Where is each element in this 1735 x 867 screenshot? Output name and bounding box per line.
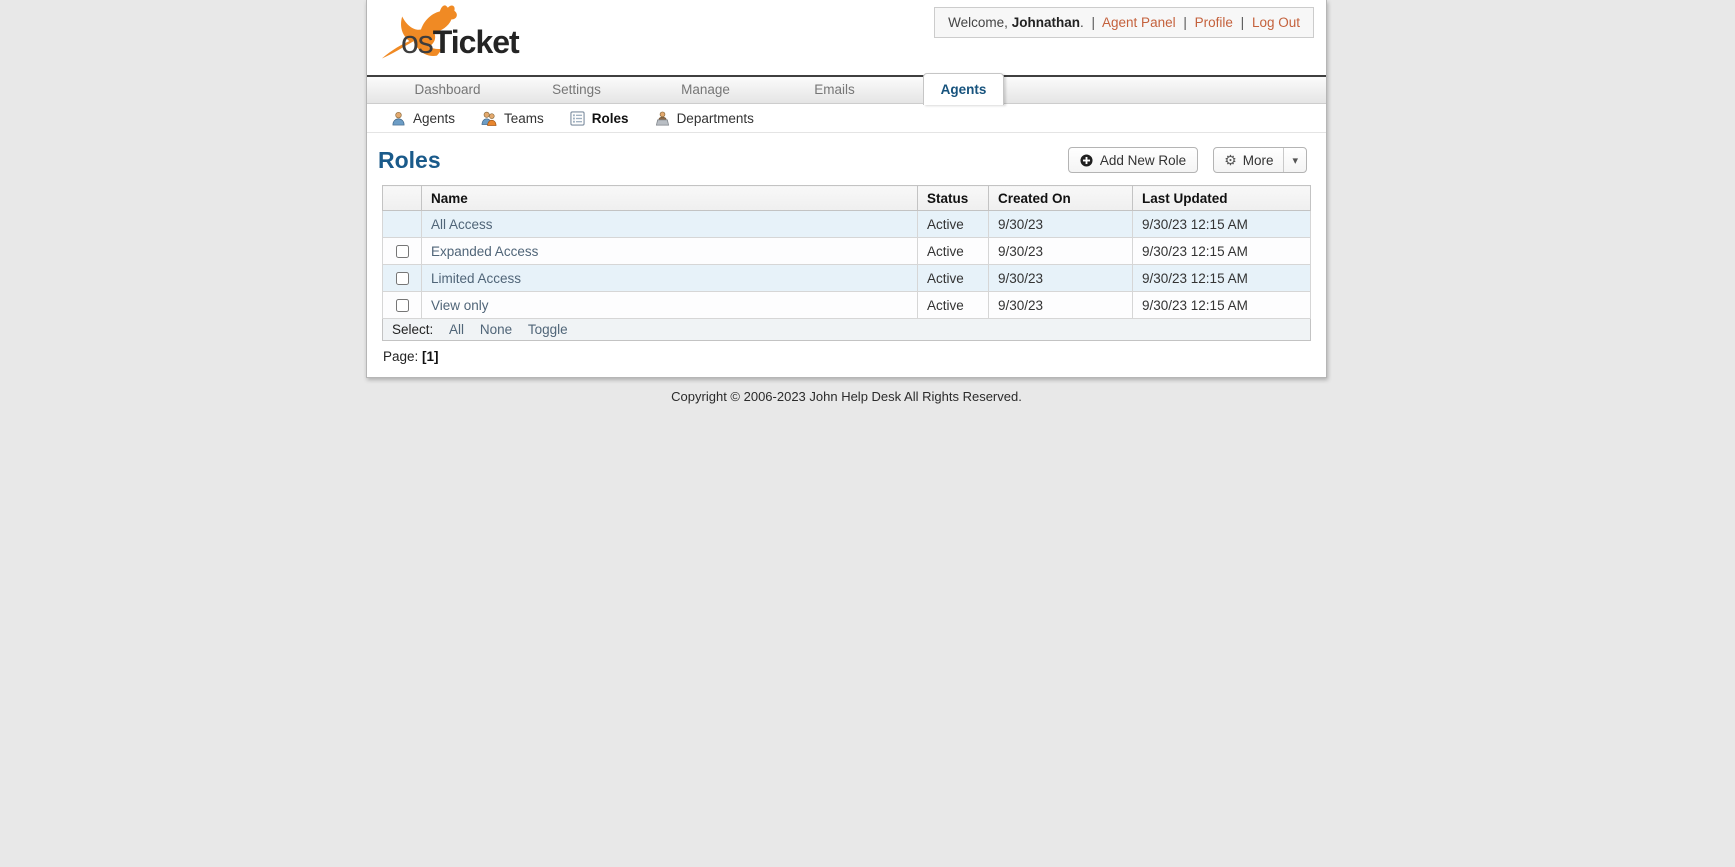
departments-icon	[655, 111, 670, 126]
roles-table: Name Status Created On Last Updated All …	[382, 185, 1311, 341]
table-select-row: Select: All None Toggle	[383, 319, 1311, 341]
subnav-item-roles[interactable]: Roles	[570, 111, 629, 126]
role-status: Active	[918, 238, 989, 265]
tab-agents[interactable]: Agents	[899, 77, 1028, 103]
role-last-updated: 9/30/23 12:15 AM	[1133, 292, 1311, 319]
subnav-item-label: Departments	[677, 111, 754, 126]
subnav-item-label: Agents	[413, 111, 455, 126]
main-nav: Dashboard Settings Manage Emails Agents	[367, 75, 1326, 104]
subnav-item-agents[interactable]: Agents	[391, 111, 455, 126]
table-row: View only Active 9/30/23 9/30/23 12:15 A…	[383, 292, 1311, 319]
row-checkbox[interactable]	[396, 272, 409, 285]
subnav-item-teams[interactable]: Teams	[481, 111, 544, 126]
role-last-updated: 9/30/23 12:15 AM	[1133, 211, 1311, 238]
table-row: Limited Access Active 9/30/23 9/30/23 12…	[383, 265, 1311, 292]
role-link[interactable]: Expanded Access	[431, 244, 538, 259]
column-header-status: Status	[918, 186, 989, 211]
separator: |	[1183, 15, 1187, 30]
copyright-footer: Copyright © 2006-2023 John Help Desk All…	[366, 389, 1327, 404]
more-label: More	[1243, 153, 1274, 168]
role-last-updated: 9/30/23 12:15 AM	[1133, 265, 1311, 292]
page-current[interactable]: [1]	[422, 349, 439, 364]
roles-icon	[570, 111, 585, 126]
row-checkbox[interactable]	[396, 245, 409, 258]
role-last-updated: 9/30/23 12:15 AM	[1133, 238, 1311, 265]
role-status: Active	[918, 265, 989, 292]
column-header-last-updated: Last Updated	[1133, 186, 1311, 211]
more-button-main[interactable]: ⚙ More	[1214, 153, 1283, 168]
gear-icon: ⚙	[1224, 153, 1237, 167]
role-link[interactable]: View only	[431, 298, 489, 313]
more-button: ⚙ More ▾	[1213, 147, 1307, 173]
logo-os: os	[401, 24, 433, 60]
chevron-down-icon: ▾	[1292, 154, 1298, 167]
welcome-suffix: .	[1080, 15, 1084, 30]
welcome-prefix: Welcome,	[948, 15, 1008, 30]
row-checkbox-cell	[383, 211, 422, 238]
tab-emails[interactable]: Emails	[770, 77, 899, 103]
tab-manage[interactable]: Manage	[641, 77, 770, 103]
role-status: Active	[918, 292, 989, 319]
add-new-role-label: Add New Role	[1100, 153, 1186, 168]
column-header-name: Name	[422, 186, 918, 211]
plus-circle-icon	[1080, 154, 1093, 167]
role-link[interactable]: Limited Access	[431, 271, 521, 286]
column-header-created-on: Created On	[989, 186, 1133, 211]
table-row: All Access Active 9/30/23 9/30/23 12:15 …	[383, 211, 1311, 238]
select-none-link[interactable]: None	[480, 322, 512, 337]
osticket-logo: osTicket	[375, 0, 605, 70]
welcome-bar: Welcome, Johnathan. | Agent Panel | Prof…	[934, 7, 1314, 38]
pagination: Page: [1]	[383, 349, 1311, 364]
role-created-on: 9/30/23	[989, 292, 1133, 319]
profile-link[interactable]: Profile	[1195, 15, 1233, 30]
tab-dashboard[interactable]: Dashboard	[383, 77, 512, 103]
subnav-item-departments[interactable]: Departments	[655, 111, 754, 126]
more-dropdown-toggle[interactable]: ▾	[1283, 148, 1306, 172]
agent-icon	[391, 111, 406, 126]
role-status: Active	[918, 211, 989, 238]
separator: |	[1241, 15, 1245, 30]
role-created-on: 9/30/23	[989, 211, 1133, 238]
select-all-link[interactable]: All	[449, 322, 464, 337]
add-new-role-button[interactable]: Add New Role	[1068, 147, 1198, 173]
role-created-on: 9/30/23	[989, 265, 1133, 292]
select-label: Select:	[392, 322, 433, 337]
header: osTicket Welcome, Johnathan. | Agent Pan…	[367, 0, 1326, 75]
tab-agents-label: Agents	[923, 73, 1005, 105]
username: Johnathan	[1012, 15, 1080, 30]
role-link[interactable]: All Access	[431, 217, 493, 232]
row-checkbox-cell	[383, 292, 422, 319]
row-checkbox-cell	[383, 238, 422, 265]
page-title: Roles	[378, 147, 441, 174]
separator: |	[1092, 15, 1096, 30]
logo-text: osTicket	[401, 24, 519, 61]
checkbox-column-header	[383, 186, 422, 211]
row-checkbox-cell	[383, 265, 422, 292]
tab-settings[interactable]: Settings	[512, 77, 641, 103]
row-checkbox[interactable]	[396, 299, 409, 312]
logo-ticket: Ticket	[433, 24, 519, 60]
subnav-item-label: Roles	[592, 111, 629, 126]
content-area: Roles Add New Role ⚙ More ▾	[367, 146, 1326, 364]
agent-panel-link[interactable]: Agent Panel	[1102, 15, 1176, 30]
page-label: Page:	[383, 349, 418, 364]
teams-icon	[481, 111, 497, 126]
select-toggle-link[interactable]: Toggle	[528, 322, 568, 337]
role-created-on: 9/30/23	[989, 238, 1133, 265]
table-row: Expanded Access Active 9/30/23 9/30/23 1…	[383, 238, 1311, 265]
logout-link[interactable]: Log Out	[1252, 15, 1300, 30]
sub-nav: Agents Teams Roles	[367, 104, 1326, 133]
admin-panel-window: osTicket Welcome, Johnathan. | Agent Pan…	[366, 0, 1327, 378]
table-header-row: Name Status Created On Last Updated	[383, 186, 1311, 211]
subnav-item-label: Teams	[504, 111, 544, 126]
